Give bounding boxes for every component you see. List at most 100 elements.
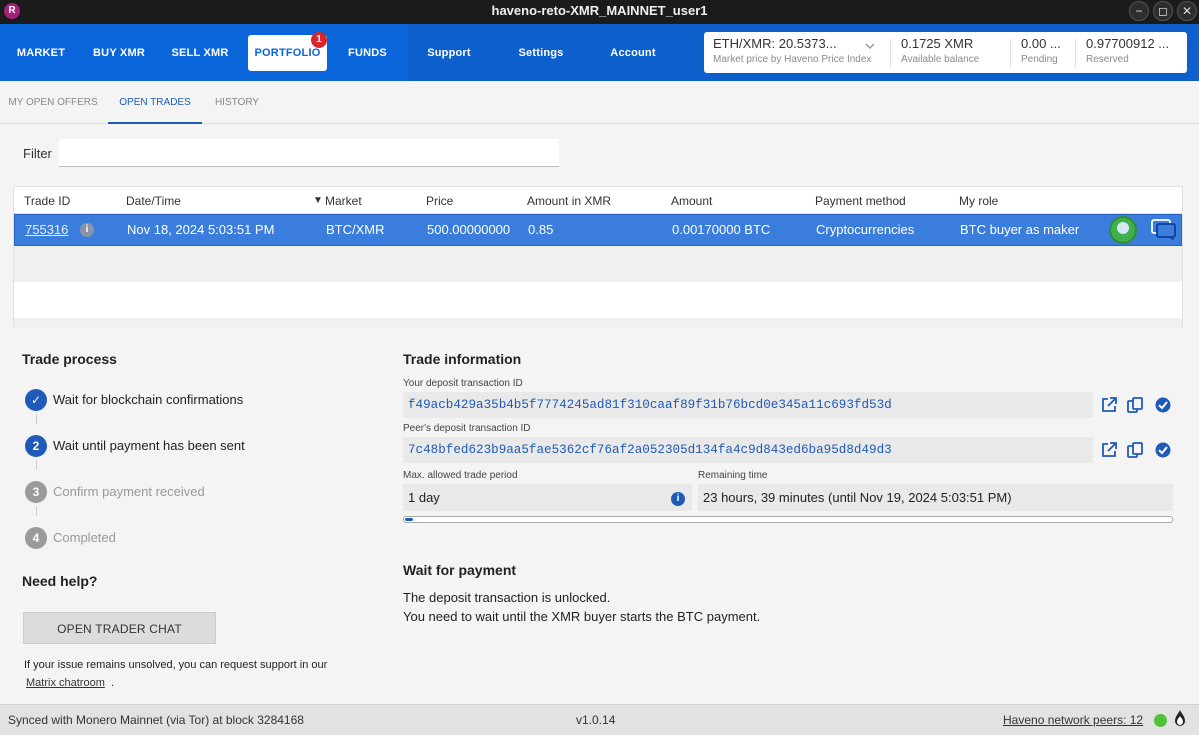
- table-header: Trade ID Date/Time ▼ Market Price Amount…: [14, 187, 1182, 214]
- peer-avatar-icon[interactable]: [1109, 216, 1137, 244]
- remaining-time-label: Remaining time: [698, 470, 768, 481]
- market-price-value: ETH/XMR: 20.5373...: [713, 36, 837, 51]
- step-1-label: Wait for blockchain confirmations: [53, 392, 244, 407]
- reserved-balance-value: 0.97700912 ...: [1086, 36, 1170, 51]
- portfolio-badge: 1: [311, 32, 327, 48]
- tor-onion-icon: [1175, 710, 1185, 726]
- wait-message-line1: The deposit transaction is unlocked.: [403, 590, 611, 605]
- step-number-icon: 4: [25, 527, 47, 549]
- maximize-icon[interactable]: ◻: [1153, 1, 1173, 21]
- table-row[interactable]: 755316 i Nov 18, 2024 5:03:51 PM BTC/XMR…: [14, 214, 1182, 246]
- table-row-empty: [14, 246, 1182, 282]
- trade-amount-xmr: 0.85: [528, 222, 554, 237]
- info-icon[interactable]: i: [671, 492, 685, 506]
- trade-period-progress: [403, 516, 1173, 523]
- help-text: If your issue remains unsolved, you can …: [24, 659, 328, 671]
- pending-balance-value: 0.00 ...: [1021, 36, 1061, 51]
- available-balance-label: Available balance: [901, 54, 980, 65]
- trade-id-link[interactable]: 755316: [25, 222, 68, 237]
- chevron-down-icon[interactable]: [865, 42, 875, 50]
- connection-status-icon: [1154, 714, 1167, 727]
- portfolio-subtabs: MY OPEN OFFERS OPEN TRADES HISTORY: [0, 81, 1199, 124]
- nav-market[interactable]: MARKET: [12, 35, 70, 71]
- tab-my-open-offers[interactable]: MY OPEN OFFERS: [0, 81, 106, 124]
- step-2-label: Wait until payment has been sent: [53, 438, 245, 453]
- col-market[interactable]: Market: [325, 194, 362, 208]
- reserved-balance: 0.97700912 ... Reserved: [1086, 36, 1169, 65]
- trade-price: 500.00000000: [427, 222, 511, 237]
- col-amount[interactable]: Amount: [671, 194, 712, 208]
- step-number-icon: 2: [25, 435, 47, 457]
- window-title: haveno-reto-XMR_MAINNET_user1: [491, 3, 708, 18]
- wait-message-line2: You need to wait until the XMR buyer sta…: [403, 609, 761, 624]
- step-3-label: Confirm payment received: [53, 484, 205, 499]
- trade-info-title: Trade information: [403, 351, 522, 367]
- step-4-label: Completed: [53, 530, 116, 545]
- copy-icon[interactable]: [1126, 441, 1144, 459]
- confirmed-check-icon: [1155, 397, 1171, 413]
- nav-settings[interactable]: Settings: [510, 35, 572, 71]
- trade-market: BTC/XMR: [326, 222, 385, 237]
- trade-role: BTC buyer as maker: [960, 222, 1080, 237]
- external-link-icon[interactable]: [1100, 396, 1118, 414]
- peer-deposit-txid[interactable]: 7c48bfed623b9aa5fae5362cf76af2a052305d13…: [403, 437, 1093, 463]
- col-trade-id[interactable]: Trade ID: [24, 194, 70, 208]
- need-help-title: Need help?: [22, 573, 98, 589]
- trade-process-title: Trade process: [22, 351, 117, 367]
- copy-icon[interactable]: [1126, 396, 1144, 414]
- tab-history[interactable]: HISTORY: [206, 81, 268, 124]
- confirmed-check-icon: [1155, 442, 1171, 458]
- matrix-chatroom-link[interactable]: Matrix chatroom: [26, 677, 105, 689]
- status-bar: Synced with Monero Mainnet (via Tor) at …: [0, 704, 1199, 735]
- nav-funds[interactable]: FUNDS: [340, 35, 395, 71]
- open-trades-table: Trade ID Date/Time ▼ Market Price Amount…: [13, 186, 1183, 328]
- chat-icon[interactable]: [1151, 218, 1177, 242]
- sync-status: Synced with Monero Mainnet (via Tor) at …: [8, 713, 304, 727]
- col-datetime[interactable]: Date/Time: [126, 194, 181, 208]
- nav-sell-xmr[interactable]: SELL XMR: [170, 35, 230, 71]
- step-connector: [36, 506, 37, 516]
- title-bar: R haveno-reto-XMR_MAINNET_user1 − ◻ ✕: [0, 0, 1199, 24]
- max-period-field: 1 day: [403, 484, 692, 511]
- step-number-icon: 3: [25, 481, 47, 503]
- peer-deposit-label: Peer's deposit transaction ID: [403, 423, 531, 434]
- max-period-label: Max. allowed trade period: [403, 470, 518, 481]
- remaining-time-field: 23 hours, 39 minutes (until Nov 19, 2024…: [698, 484, 1173, 511]
- nav-support[interactable]: Support: [418, 35, 480, 71]
- trade-datetime: Nov 18, 2024 5:03:51 PM: [127, 222, 275, 237]
- trade-amount: 0.00170000 BTC: [672, 222, 771, 237]
- open-trader-chat-button[interactable]: OPEN TRADER CHAT: [23, 612, 216, 644]
- close-icon[interactable]: ✕: [1177, 1, 1197, 21]
- table-row-empty: [14, 282, 1182, 318]
- info-icon[interactable]: i: [80, 223, 94, 237]
- filter-label: Filter: [23, 146, 52, 161]
- filter-input[interactable]: [59, 139, 559, 167]
- col-payment-method[interactable]: Payment method: [815, 194, 906, 208]
- col-amount-xmr[interactable]: Amount in XMR: [527, 194, 611, 208]
- available-balance: 0.1725 XMR Available balance: [901, 36, 979, 65]
- external-link-icon[interactable]: [1100, 441, 1118, 459]
- balance-panel: ETH/XMR: 20.5373... Market price by Have…: [704, 32, 1187, 73]
- nav-buy-xmr[interactable]: BUY XMR: [88, 35, 150, 71]
- wait-for-payment-title: Wait for payment: [403, 562, 517, 578]
- available-balance-value: 0.1725 XMR: [901, 36, 974, 51]
- tab-open-trades[interactable]: OPEN TRADES: [108, 81, 202, 124]
- your-deposit-txid[interactable]: f49acb429a35b4b5f7774245ad81f310caaf89f3…: [403, 392, 1093, 418]
- progress-fill: [405, 518, 413, 521]
- col-my-role[interactable]: My role: [959, 194, 998, 208]
- minimize-icon[interactable]: −: [1129, 1, 1149, 21]
- sort-desc-icon: ▼: [313, 195, 323, 206]
- your-deposit-label: Your deposit transaction ID: [403, 378, 523, 389]
- checkmark-icon: ✓: [25, 389, 47, 411]
- market-price-label: Market price by Haveno Price Index: [713, 54, 872, 65]
- pending-balance-label: Pending: [1021, 54, 1058, 65]
- step-connector: [36, 460, 37, 470]
- market-price-selector[interactable]: ETH/XMR: 20.5373... Market price by Have…: [713, 36, 871, 65]
- col-price[interactable]: Price: [426, 194, 453, 208]
- reserved-balance-label: Reserved: [1086, 54, 1129, 65]
- network-peers-link[interactable]: Haveno network peers: 12: [1003, 713, 1143, 727]
- nav-account[interactable]: Account: [602, 35, 664, 71]
- step-connector: [36, 414, 37, 424]
- balance-divider: [1075, 39, 1076, 67]
- balance-divider: [1010, 39, 1011, 67]
